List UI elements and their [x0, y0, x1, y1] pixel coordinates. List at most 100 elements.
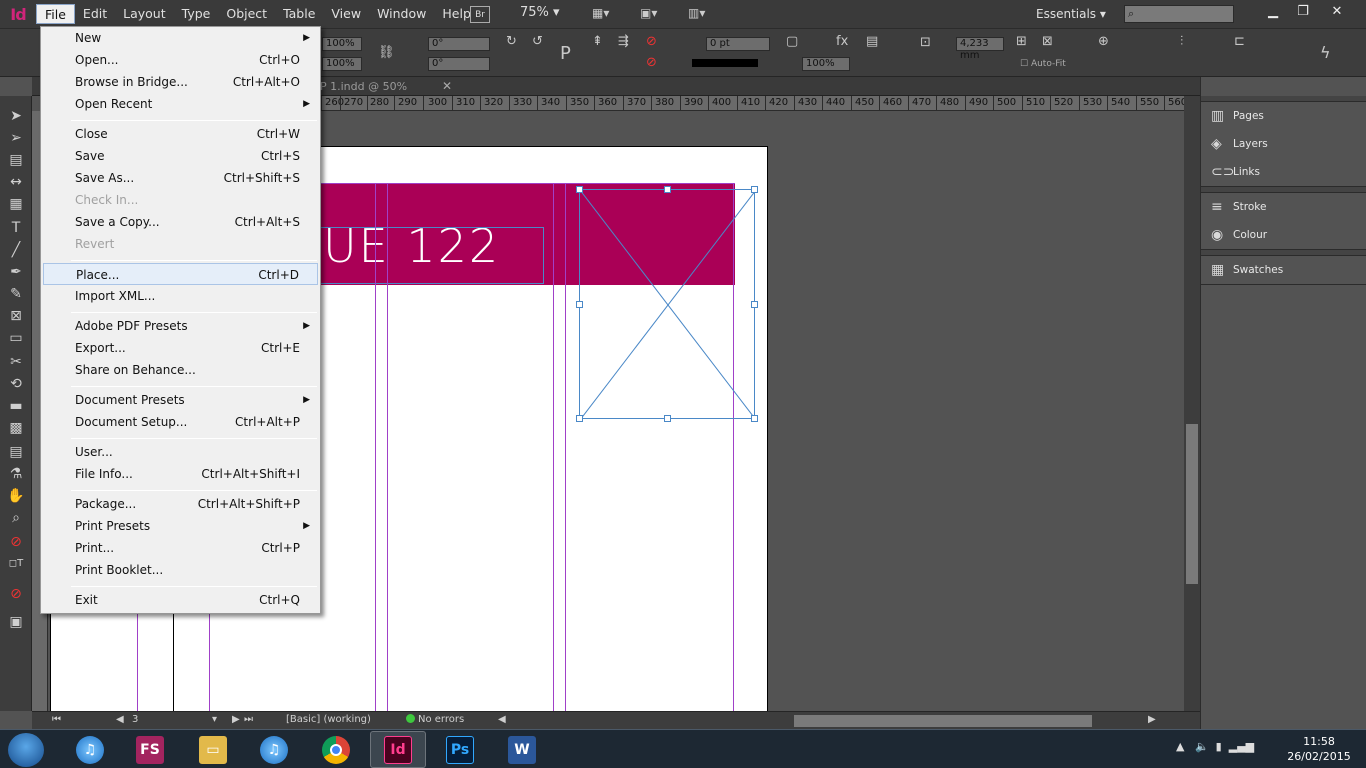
view-options-icon[interactable]: ▦▾ — [592, 6, 620, 23]
screen-mode-tool-icon[interactable]: ▣ — [6, 614, 26, 632]
menu-item-document-setup[interactable]: Document Setup... Ctrl+Alt+P — [43, 411, 318, 433]
resize-handle[interactable] — [751, 301, 758, 308]
pencil-tool-icon[interactable]: ✎ — [6, 286, 26, 304]
vertical-scrollbar[interactable] — [1184, 96, 1200, 711]
show-hidden-icons-icon[interactable]: ▲ — [1176, 740, 1184, 753]
panel-pages[interactable]: ▥ Pages — [1201, 102, 1366, 130]
direct-selection-tool-icon[interactable]: ➢ — [6, 130, 26, 148]
menu-item-new[interactable]: New ▶ — [43, 27, 318, 49]
formatting-affects-icon[interactable]: ◻T — [6, 558, 26, 576]
rotation-field[interactable]: 0° — [428, 37, 490, 51]
scissors-tool-icon[interactable]: ✂ — [6, 354, 26, 372]
bridge-button[interactable]: Br — [470, 6, 490, 23]
menu-item-open-recent[interactable]: Open Recent ▶ — [43, 93, 318, 115]
frame-fitting-icon[interactable]: ⊡ — [920, 35, 931, 50]
resize-handle[interactable] — [751, 415, 758, 422]
resize-handle[interactable] — [576, 186, 583, 193]
panel-stroke[interactable]: ≡ Stroke — [1201, 193, 1366, 221]
fit-content-icon[interactable]: ⊞ — [1016, 34, 1027, 49]
center-content-icon[interactable]: ⊕ — [1098, 34, 1109, 49]
chevron-down-icon[interactable]: ▾ — [212, 714, 217, 725]
resize-handle[interactable] — [576, 301, 583, 308]
select-container-icon[interactable]: ⇞ — [592, 34, 603, 49]
rectangle-tool-icon[interactable]: ▭ — [6, 330, 26, 348]
text-wrap-icon[interactable]: ▤ — [866, 34, 878, 49]
taskbar-itunes[interactable]: ♫ — [62, 731, 118, 768]
document-tab[interactable]: P 1.indd @ 50% — [312, 77, 415, 96]
corner-options-icon[interactable]: ▢ — [786, 34, 798, 49]
menu-item-open[interactable]: Open... Ctrl+O — [43, 49, 318, 71]
fill-stroke-icon[interactable]: ⊘ — [6, 534, 26, 552]
menu-item-print-presets[interactable]: Print Presets ▶ — [43, 515, 318, 537]
close-window-button[interactable]: ✕ — [1322, 2, 1352, 22]
apply-none-icon[interactable]: ⊘ — [6, 586, 26, 604]
menu-item-save[interactable]: Save Ctrl+S — [43, 145, 318, 167]
autofit-checkbox[interactable]: ☐ Auto-Fit — [1020, 59, 1066, 69]
rotate-ccw-icon[interactable]: ↺ — [532, 34, 543, 49]
menu-item-browse-in-bridge[interactable]: Browse in Bridge... Ctrl+Alt+O — [43, 71, 318, 93]
last-page-icon[interactable]: ⏭ — [244, 714, 253, 725]
menu-item-import-xml[interactable]: Import XML... — [43, 285, 318, 307]
menu-item-share-on-behance[interactable]: Share on Behance... — [43, 359, 318, 381]
menu-item-save-a-copy[interactable]: Save a Copy... Ctrl+Alt+S — [43, 211, 318, 233]
distribute-icon[interactable]: ⊏ — [1234, 34, 1245, 49]
resize-handle[interactable] — [664, 415, 671, 422]
menu-type[interactable]: Type — [174, 4, 219, 24]
lightning-icon[interactable]: ϟ — [1320, 43, 1331, 62]
menu-item-adobe-pdf-presets[interactable]: Adobe PDF Presets ▶ — [43, 315, 318, 337]
next-page-icon[interactable]: ▶ — [232, 714, 240, 725]
menu-layout[interactable]: Layout — [115, 4, 174, 24]
frame-fit-field[interactable]: 4,233 mm — [956, 37, 1004, 61]
rectangle-frame-tool-icon[interactable]: ⊠ — [6, 308, 26, 326]
taskbar-chrome[interactable] — [308, 731, 364, 768]
select-content-icon[interactable]: ⇶ — [618, 34, 629, 49]
menu-edit[interactable]: Edit — [75, 4, 115, 24]
eyedropper-tool-icon[interactable]: ⚗ — [6, 466, 26, 484]
resize-handle[interactable] — [576, 415, 583, 422]
horizontal-scroll-thumb[interactable] — [794, 715, 1092, 727]
stroke-type-preview[interactable] — [692, 59, 758, 67]
resize-handle[interactable] — [751, 186, 758, 193]
menu-item-exit[interactable]: Exit Ctrl+Q — [43, 589, 318, 611]
system-tray[interactable]: ▲ 🔈 ▮ ▂▄▆ — [1176, 740, 1254, 753]
first-page-icon[interactable]: ⏮ — [52, 714, 61, 725]
help-search-input[interactable]: ⌕ — [1124, 5, 1234, 23]
menu-file[interactable]: File — [36, 4, 75, 24]
type-tool-icon[interactable]: T — [6, 220, 26, 238]
scroll-thumb[interactable] — [1186, 424, 1198, 584]
page-tool-icon[interactable]: ▤ — [6, 152, 26, 170]
menu-item-save-as[interactable]: Save As... Ctrl+Shift+S — [43, 167, 318, 189]
taskbar-clock[interactable]: 11:58 26/02/2015 — [1284, 734, 1354, 764]
power-icon[interactable]: ▮ — [1216, 740, 1222, 753]
menu-view[interactable]: View — [323, 4, 369, 24]
fit-frame-icon[interactable]: ⊠ — [1042, 34, 1053, 49]
page-number[interactable]: 3 — [132, 714, 138, 725]
pen-tool-icon[interactable]: ✒ — [6, 264, 26, 282]
gradient-swatch-tool-icon[interactable]: ▬ — [6, 398, 26, 416]
fill-swatch-icon[interactable]: ⊘ — [646, 34, 657, 49]
screen-mode-icon[interactable]: ▣▾ — [640, 6, 668, 23]
master-status[interactable]: [Basic] (working) — [286, 714, 371, 725]
panel-layers[interactable]: ◈ Layers — [1201, 130, 1366, 158]
flip-icon[interactable]: P — [560, 43, 571, 64]
volume-icon[interactable]: 🔈 — [1195, 740, 1209, 753]
stroke-weight-field[interactable]: 0 pt — [706, 37, 770, 51]
zoom-level[interactable]: 75% ▾ — [520, 5, 560, 20]
panel-colour[interactable]: ◉ Colour — [1201, 221, 1366, 249]
content-collector-icon[interactable]: ▦ — [6, 196, 26, 214]
start-button[interactable] — [8, 733, 44, 767]
panel-swatches[interactable]: ▦ Swatches — [1201, 256, 1366, 284]
preflight-status[interactable]: No errors — [406, 714, 464, 725]
rotate-cw-icon[interactable]: ↻ — [506, 34, 517, 49]
taskbar-word[interactable]: W — [494, 731, 550, 768]
minimize-button[interactable]: ▁ — [1258, 2, 1288, 22]
menu-item-export[interactable]: Export... Ctrl+E — [43, 337, 318, 359]
taskbar-itunes-2[interactable]: ♫ — [246, 731, 302, 768]
shear-field[interactable]: 0° — [428, 57, 490, 71]
arrange-documents-icon[interactable]: ▥▾ — [688, 6, 716, 23]
empty-graphic-frame[interactable] — [576, 186, 758, 422]
resize-handle[interactable] — [664, 186, 671, 193]
free-transform-tool-icon[interactable]: ⟲ — [6, 376, 26, 394]
note-tool-icon[interactable]: ▤ — [6, 444, 26, 462]
gap-tool-icon[interactable]: ↔ — [6, 174, 26, 192]
